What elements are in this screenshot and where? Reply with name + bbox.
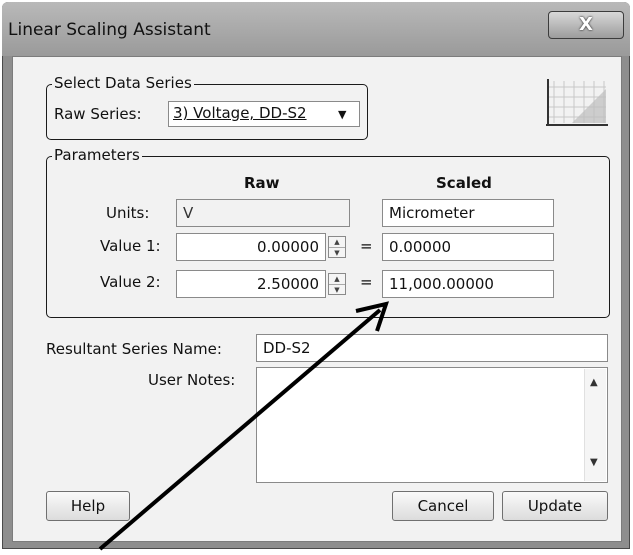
scaled-units-input[interactable]: Micrometer — [382, 199, 554, 227]
window-title: Linear Scaling Assistant — [8, 20, 211, 40]
value1-spinner[interactable]: ▲ ▼ — [328, 236, 346, 258]
raw-column-header: Raw — [244, 174, 280, 192]
user-notes-textarea[interactable] — [256, 367, 608, 483]
resultant-name-label: Resultant Series Name: — [46, 340, 222, 358]
raw-series-dropdown[interactable]: 3) Voltage, DD-S2 — [168, 101, 360, 127]
spin-up-icon[interactable]: ▲ — [329, 274, 345, 285]
spin-up-icon[interactable]: ▲ — [329, 237, 345, 248]
value1-equals: = — [360, 237, 373, 255]
select-series-legend: Select Data Series — [52, 74, 194, 92]
help-button[interactable]: Help — [46, 491, 130, 521]
value2-spinner[interactable]: ▲ ▼ — [328, 273, 346, 295]
resultant-name-input[interactable]: DD-S2 — [256, 334, 608, 362]
user-notes-label: User Notes: — [148, 371, 236, 389]
dropdown-arrow-icon[interactable]: ▼ — [338, 108, 346, 121]
raw-series-value: 3) Voltage, DD-S2 — [173, 104, 307, 122]
units-label: Units: — [106, 204, 150, 222]
scroll-down-icon[interactable]: ▼ — [590, 457, 598, 468]
value2-equals: = — [360, 273, 373, 291]
update-button[interactable]: Update — [502, 491, 608, 521]
close-button[interactable]: X — [548, 11, 624, 39]
spin-down-icon[interactable]: ▼ — [329, 248, 345, 258]
parameters-legend: Parameters — [52, 146, 142, 164]
value2-label: Value 2: — [100, 273, 161, 291]
scroll-up-icon[interactable]: ▲ — [590, 377, 598, 388]
spin-down-icon[interactable]: ▼ — [329, 285, 345, 295]
value1-label: Value 1: — [100, 237, 161, 255]
raw-value2-input[interactable]: 2.50000 — [176, 270, 326, 298]
raw-value1-input[interactable]: 0.00000 — [176, 233, 326, 261]
scaled-column-header: Scaled — [436, 174, 492, 192]
scaled-value1-input[interactable]: 0.00000 — [382, 233, 554, 261]
cancel-button[interactable]: Cancel — [392, 491, 494, 521]
raw-units-field: V — [176, 199, 350, 227]
raw-series-label: Raw Series: — [54, 105, 142, 123]
chart-scaling-icon — [542, 77, 608, 129]
scaled-value2-input[interactable]: 11,000.00000 — [382, 270, 554, 298]
notes-scrollbar[interactable]: ▲ ▼ — [584, 369, 606, 481]
